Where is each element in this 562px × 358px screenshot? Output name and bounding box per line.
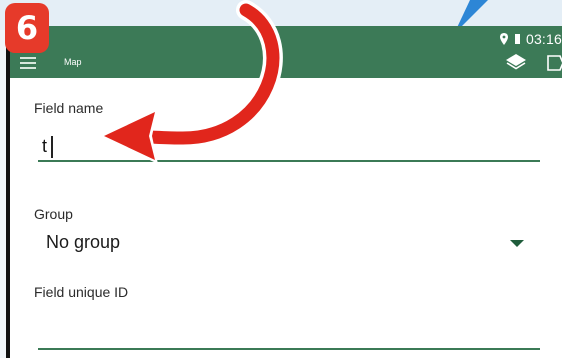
- field-name-input[interactable]: t: [38, 130, 542, 162]
- group-selected-value: No group: [46, 232, 121, 252]
- app-bar-title: Map: [64, 57, 82, 67]
- field-unique-id-underline: [38, 348, 540, 350]
- device-screen: 03:16 Map Field name t Group No group Fi…: [6, 26, 562, 358]
- layers-icon[interactable]: [506, 54, 526, 70]
- battery-icon: [514, 34, 520, 44]
- status-time: 03:16: [525, 31, 562, 47]
- text-caret: [51, 136, 53, 158]
- app-bar: 03:16 Map: [10, 26, 562, 78]
- location-pin-icon: [499, 33, 508, 45]
- form-content: Field name t Group No group Field unique…: [10, 78, 562, 358]
- dropdown-arrow-icon[interactable]: [510, 240, 524, 247]
- menu-icon[interactable]: [20, 57, 36, 69]
- group-select[interactable]: No group: [38, 228, 542, 258]
- field-unique-id-input[interactable]: [38, 314, 542, 350]
- step-number-badge: 6: [5, 3, 49, 53]
- field-name-underline: [38, 160, 540, 162]
- field-name-label: Field name: [34, 100, 104, 116]
- field-unique-id-label: Field unique ID: [34, 284, 129, 300]
- field-name-value: t: [42, 136, 48, 156]
- group-label: Group: [34, 206, 73, 222]
- status-bar: 03:16: [499, 30, 562, 48]
- chat-icon[interactable]: [544, 54, 562, 72]
